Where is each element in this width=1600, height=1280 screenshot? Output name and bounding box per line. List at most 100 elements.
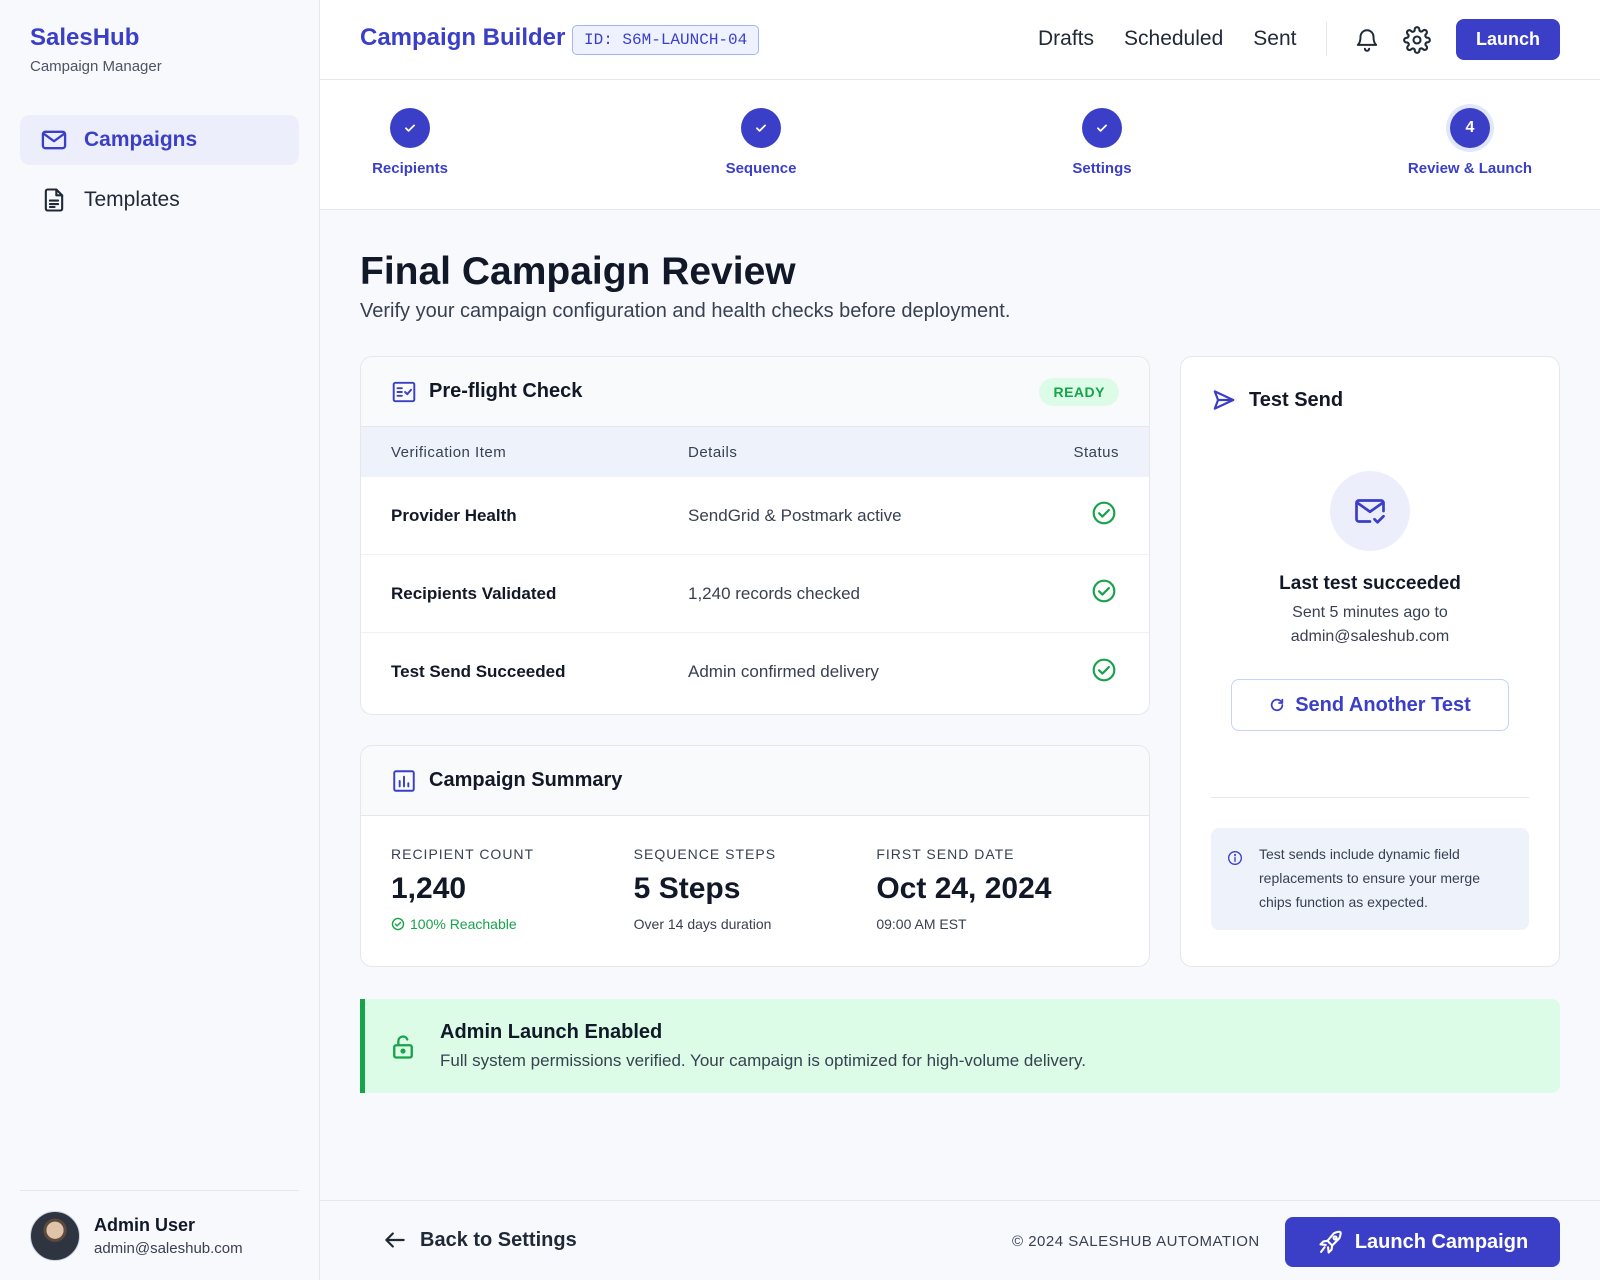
- step-number: 4: [1450, 108, 1490, 148]
- bell-icon: [1356, 29, 1378, 52]
- status-cell: [1091, 578, 1117, 609]
- card-header: Pre-flight Check READY: [361, 357, 1149, 427]
- check-circle-icon: [391, 917, 405, 931]
- verification-details: Admin confirmed delivery: [688, 662, 879, 681]
- document-icon: [44, 188, 64, 212]
- check-icon: [756, 124, 766, 132]
- metric-label: SEQUENCE STEPS: [633, 846, 777, 862]
- page-title: Final Campaign Review: [360, 250, 796, 293]
- table-row: Provider Health SendGrid & Postmark acti…: [361, 477, 1149, 555]
- progress-stepper: Recipients Sequence Settings 4 Review & …: [320, 80, 1600, 210]
- mail-check-icon: [1355, 499, 1385, 524]
- status-cell: [1091, 500, 1117, 531]
- rocket-icon: [1319, 1230, 1342, 1254]
- step-review-launch[interactable]: 4 Review & Launch: [1390, 108, 1550, 177]
- launch-campaign-button[interactable]: Launch Campaign: [1285, 1217, 1560, 1267]
- sidebar-item-templates[interactable]: Templates: [20, 175, 299, 225]
- step-label: Sequence: [725, 160, 797, 177]
- check-circle-icon: [1092, 658, 1116, 681]
- banner-text: Full system permissions verified. Your c…: [440, 1051, 1086, 1070]
- nav-link-sent[interactable]: Sent: [1253, 27, 1296, 51]
- check-circle-icon: [1092, 579, 1116, 603]
- launch-button[interactable]: Launch: [1456, 19, 1560, 60]
- column-header: Details: [688, 443, 738, 461]
- back-to-settings-button[interactable]: Back to Settings: [382, 1227, 577, 1253]
- preflight-check-card: Pre-flight Check READY Verification Item…: [360, 356, 1150, 715]
- brand-name[interactable]: SalesHub: [30, 24, 162, 52]
- avatar: [30, 1211, 80, 1261]
- step-complete-indicator: [741, 108, 781, 148]
- metric-note: 09:00 AM EST: [876, 916, 967, 932]
- column-header: Verification Item: [391, 443, 507, 461]
- step-settings[interactable]: Settings: [1022, 108, 1182, 177]
- send-icon: [1213, 390, 1235, 410]
- brand-subtitle: Campaign Manager: [30, 58, 162, 75]
- campaign-id-badge: ID: S6M-LAUNCH-04: [572, 25, 760, 55]
- unlock-icon: [393, 1035, 413, 1059]
- check-icon: [1097, 124, 1107, 132]
- test-send-card: Test Send Last test succeeded Sent 5 min…: [1180, 356, 1560, 967]
- sidebar: SalesHub Campaign Manager Campaigns Temp…: [0, 0, 320, 1280]
- metric-label: FIRST SEND DATE: [876, 846, 1015, 862]
- admin-launch-banner: Admin Launch Enabled Full system permiss…: [360, 999, 1560, 1093]
- header-divider: [1326, 22, 1327, 56]
- metric-value: 1,240: [391, 872, 467, 905]
- verification-details: 1,240 records checked: [688, 583, 860, 603]
- test-status-illustration: [1330, 471, 1410, 551]
- test-status-detail: Sent 5 minutes ago to admin@saleshub.com: [1290, 604, 1450, 645]
- card-header: Campaign Summary: [361, 746, 1149, 816]
- step-recipients[interactable]: Recipients: [330, 108, 490, 177]
- metric-note: Over 14 days duration: [633, 916, 772, 932]
- page-header-title: Campaign Builder: [360, 24, 566, 51]
- footer-bar: Back to Settings © 2024 SALESHUB AUTOMAT…: [320, 1200, 1600, 1280]
- nav-link-scheduled[interactable]: Scheduled: [1124, 27, 1223, 51]
- settings-button[interactable]: [1401, 24, 1433, 56]
- card-title: Campaign Summary: [429, 769, 623, 791]
- step-label: Recipients: [372, 160, 448, 177]
- refresh-icon: [1271, 698, 1284, 712]
- metric-sequence-steps: SEQUENCE STEPS 5 Steps Over 14 days dura…: [634, 846, 877, 932]
- test-status-title: Last test succeeded: [1279, 573, 1461, 594]
- user-profile[interactable]: Admin User admin@saleshub.com: [20, 1190, 299, 1261]
- sidebar-item-label: Templates: [84, 188, 180, 211]
- page-subtitle: Verify your campaign configuration and h…: [360, 300, 1011, 322]
- metric-value: 5 Steps: [633, 872, 741, 905]
- gear-icon: [1403, 26, 1431, 54]
- arrow-left-icon: [385, 1232, 405, 1248]
- step-label: Settings: [1072, 160, 1132, 177]
- top-nav: Drafts Scheduled Sent: [1038, 27, 1326, 51]
- card-title: Pre-flight Check: [429, 380, 583, 402]
- summary-metrics: RECIPIENT COUNT 1,240 100% Reachable SEQ…: [361, 816, 1149, 932]
- info-icon: [1228, 851, 1242, 865]
- status-badge: READY: [1039, 377, 1119, 406]
- metric-recipient-count: RECIPIENT COUNT 1,240 100% Reachable: [391, 846, 634, 932]
- step-complete-indicator: [1082, 108, 1122, 148]
- check-icon: [405, 124, 415, 132]
- banner-title: Admin Launch Enabled: [440, 1021, 663, 1043]
- step-sequence[interactable]: Sequence: [681, 108, 841, 177]
- check-circle-icon: [1092, 501, 1116, 525]
- nav-link-drafts[interactable]: Drafts: [1038, 27, 1094, 51]
- button-label: Send Another Test: [1295, 693, 1471, 716]
- table-row: Test Send Succeeded Admin confirmed deli…: [361, 633, 1149, 711]
- user-email: admin@saleshub.com: [94, 1240, 243, 1257]
- step-complete-indicator: [390, 108, 430, 148]
- sidebar-item-label: Campaigns: [84, 128, 198, 151]
- notifications-button[interactable]: [1351, 24, 1383, 56]
- sidebar-item-campaigns[interactable]: Campaigns: [20, 115, 299, 165]
- metric-first-send-date: FIRST SEND DATE Oct 24, 2024 09:00 AM ES…: [876, 846, 1119, 932]
- verification-item: Test Send Succeeded: [391, 662, 566, 681]
- send-another-test-button[interactable]: Send Another Test: [1231, 679, 1509, 731]
- brand: SalesHub Campaign Manager: [30, 24, 162, 75]
- divider: [1211, 797, 1529, 798]
- campaign-summary-card: Campaign Summary RECIPIENT COUNT 1,240 1…: [360, 745, 1150, 967]
- info-text: Test sends include dynamic field replace…: [1259, 846, 1480, 910]
- metric-value: Oct 24, 2024: [876, 872, 1052, 905]
- table-header: Verification Item Details Status: [361, 427, 1149, 477]
- checklist-icon: [392, 381, 416, 402]
- sidebar-nav: Campaigns Templates: [20, 115, 299, 235]
- step-label: Review & Launch: [1407, 160, 1533, 177]
- card-header: Test Send: [1181, 357, 1559, 413]
- button-label: Back to Settings: [420, 1228, 577, 1251]
- verification-item: Recipients Validated: [391, 583, 557, 603]
